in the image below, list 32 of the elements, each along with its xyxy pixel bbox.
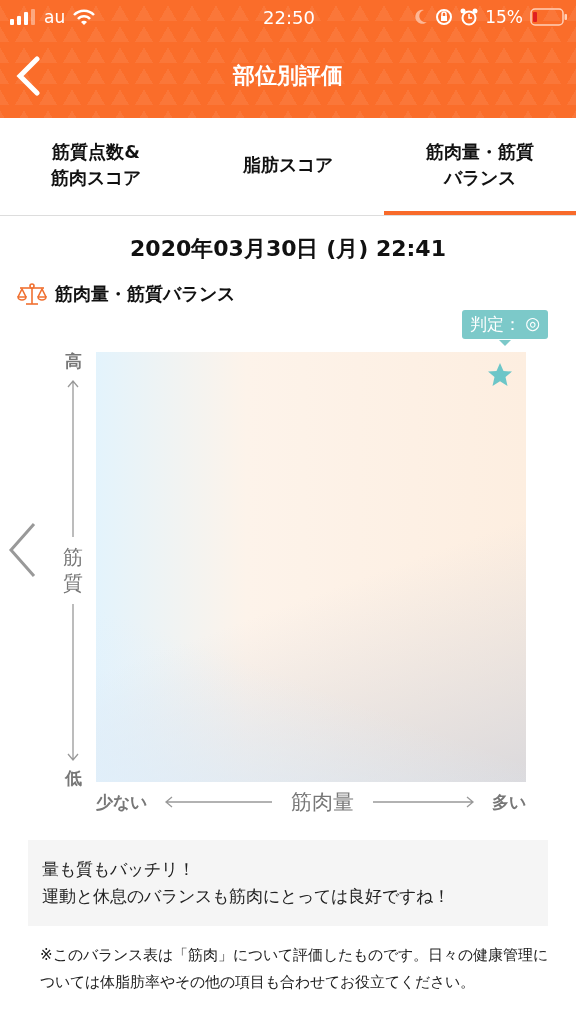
status-time: 22:50 <box>263 6 315 28</box>
axis-label: 高 <box>64 350 82 373</box>
rotation-lock-icon <box>435 8 454 26</box>
chevron-left-icon <box>8 522 36 578</box>
date-time: 2020年03月30日 (月) 22:41 <box>129 235 447 263</box>
moon-icon <box>414 9 429 25</box>
comment-text: 運動と休息のバランスも筋肉にとっては良好ですね！ <box>42 885 450 909</box>
axis-label: 多い <box>492 790 526 814</box>
signal-icon <box>10 9 36 25</box>
left-arrow-icon <box>164 796 274 808</box>
axis-label: 低 <box>64 767 82 790</box>
judgement-mark: ◎ <box>525 313 540 335</box>
alarm-icon <box>460 8 479 26</box>
star-icon <box>487 362 513 387</box>
down-arrow-icon <box>67 601 79 762</box>
comment-text: 量も質もバッチリ！ <box>42 858 195 881</box>
note-text: ※このバランス表は「筋肉」について評価したものです。日々の健康管理については体脂肪率やその他の項目も合わせてお役立てください。 <box>40 945 549 993</box>
section-title: 筋肉量・筋質バランス <box>55 282 235 306</box>
axis-label: 少ない <box>96 790 147 814</box>
screen-title: 部位別評価 <box>231 62 344 90</box>
battery-percent: 15% <box>485 7 523 27</box>
previous-button[interactable] <box>7 522 37 580</box>
right-arrow-icon <box>371 796 475 808</box>
axis-title: 筋肉量 <box>291 789 354 816</box>
judgement-label: 判定： <box>470 313 522 336</box>
up-arrow-icon <box>67 378 79 539</box>
scale-icon <box>17 282 47 306</box>
battery-icon <box>530 8 568 26</box>
carrier-name: au <box>44 7 66 27</box>
wifi-icon <box>73 9 96 25</box>
axis-title: 筋質 <box>63 544 83 596</box>
chevron-left-icon <box>16 56 40 96</box>
